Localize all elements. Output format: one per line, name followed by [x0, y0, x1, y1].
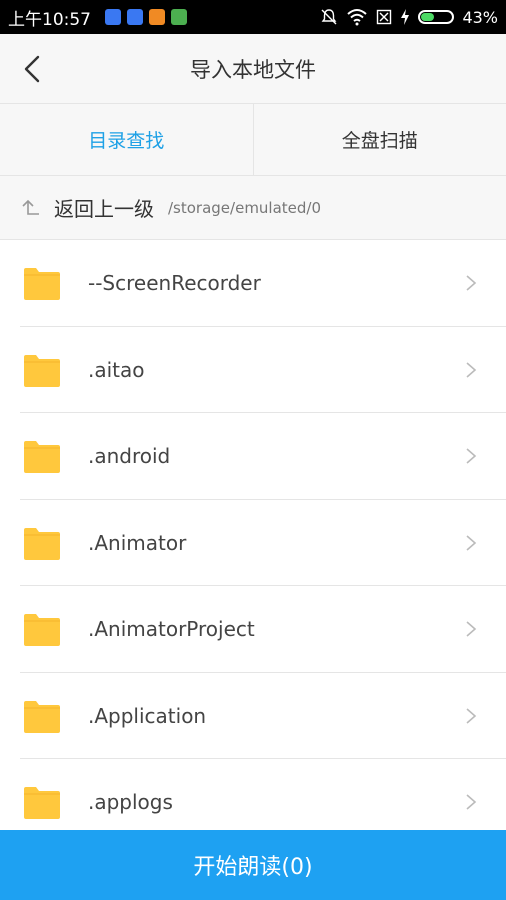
file-name: .applogs [88, 790, 173, 815]
tab-directory-search[interactable]: 目录查找 [0, 104, 253, 175]
file-name: .aitao [88, 357, 145, 382]
folder-icon [24, 268, 60, 301]
app-icon [127, 9, 143, 25]
start-reading-button[interactable]: 开始朗读(0) [0, 830, 506, 900]
app-icon-orange [149, 9, 165, 25]
file-list-item[interactable]: --ScreenRecorder [0, 240, 506, 327]
file-name: .android [88, 444, 171, 469]
page-title: 导入本地文件 [190, 57, 316, 82]
shield-icon [105, 9, 121, 25]
file-list-item[interactable]: .AnimatorProject [0, 586, 506, 673]
battery-percent: 43% [462, 7, 498, 27]
file-name: .Animator [88, 530, 187, 555]
battery-fill [421, 13, 435, 21]
status-bar: 上午10:57 43% [0, 0, 506, 34]
file-list-item[interactable]: .aitao [0, 327, 506, 414]
breadcrumb[interactable]: 返回上一级 /storage/emulated/0 [0, 176, 506, 240]
file-name: --ScreenRecorder [88, 271, 261, 296]
file-name: .Application [88, 703, 207, 728]
file-list-item[interactable]: .Application [0, 673, 506, 760]
chevron-right-icon [466, 362, 477, 378]
folder-icon [24, 787, 60, 820]
tab-full-scan[interactable]: 全盘扫描 [252, 104, 506, 175]
tab-bar: 目录查找 全盘扫描 [0, 104, 506, 176]
back-button[interactable] [12, 49, 52, 89]
chevron-right-icon [466, 708, 477, 724]
no-sim-icon [377, 9, 392, 25]
file-name: .AnimatorProject [88, 617, 255, 642]
header: 导入本地文件 [0, 34, 506, 104]
chevron-right-icon [466, 621, 477, 637]
folder-icon [24, 354, 60, 387]
folder-icon [24, 441, 60, 474]
chevron-right-icon [466, 535, 477, 551]
chevron-right-icon [466, 794, 477, 810]
back-up-label: 返回上一级 [54, 197, 154, 221]
chevron-right-icon [466, 275, 477, 291]
battery-icon [418, 10, 455, 24]
folder-icon [24, 527, 60, 560]
file-list-item[interactable]: .android [0, 413, 506, 500]
current-path: /storage/emulated/0 [168, 198, 322, 217]
level-up-icon [22, 199, 39, 215]
folder-icon [24, 614, 60, 647]
folder-icon [24, 700, 60, 733]
status-time: 上午10:57 [8, 9, 91, 30]
file-list-item[interactable]: .applogs [0, 759, 506, 830]
app-icon-green [171, 9, 187, 25]
mute-bell-icon [321, 9, 337, 25]
status-left: 上午10:57 [8, 5, 187, 30]
status-right: 43% [320, 8, 498, 27]
charging-icon [401, 9, 410, 25]
chevron-right-icon [466, 448, 477, 464]
wifi-icon [347, 9, 368, 26]
chevron-left-icon [24, 55, 40, 83]
file-list-item[interactable]: .Animator [0, 500, 506, 587]
file-list[interactable]: --ScreenRecorder .aitao .android .Animator.… [0, 240, 506, 830]
